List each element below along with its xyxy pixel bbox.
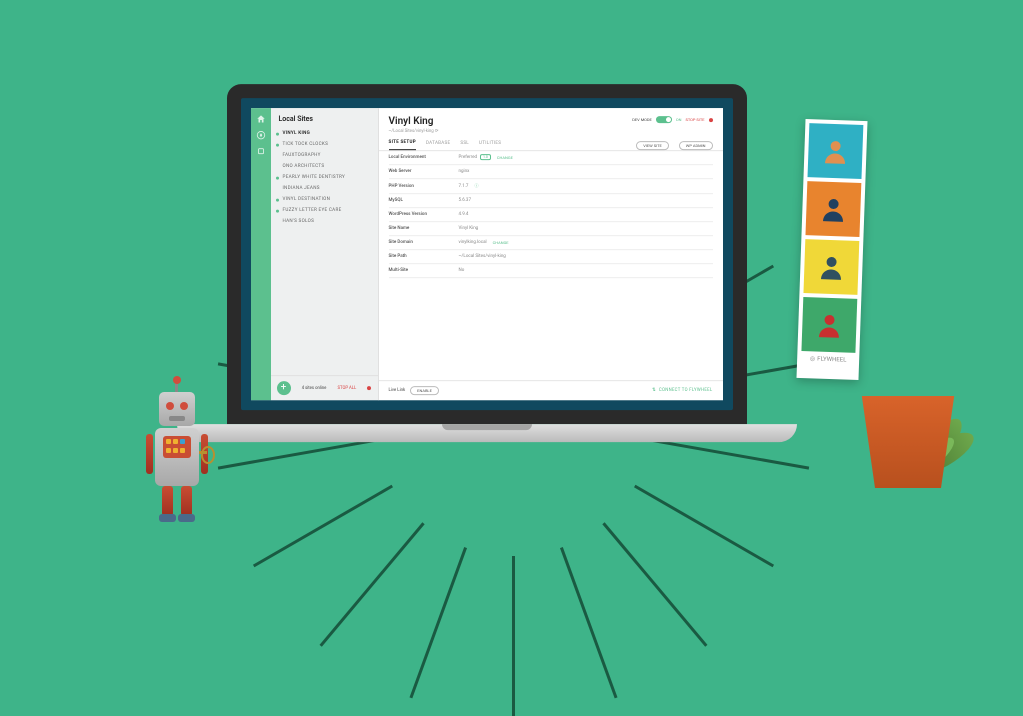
row-multisite: Multi-Site No <box>389 264 713 278</box>
wp-admin-button[interactable]: WP ADMIN <box>679 141 713 150</box>
tab-ssl[interactable]: SSL <box>460 141 469 150</box>
main-footer: Live Link ENABLE ⇅ CONNECT TO FLYWHEEL <box>379 380 723 400</box>
row-php: PHP Version 7.1.7 ⓘ <box>389 179 713 194</box>
add-site-button[interactable]: + <box>277 381 291 395</box>
live-link-label: Live Link <box>389 388 406 393</box>
sidebar-item-vinyl-king[interactable]: VINYL KING <box>271 128 378 139</box>
site-path: ~/Local Sites/vinyl-king ⟳ <box>389 129 439 134</box>
sidebar-item-vinyl-dest[interactable]: VINYL DESTINATION <box>271 194 378 205</box>
nav-rail <box>251 108 271 400</box>
local-app: Local Sites VINYL KING TICK TOCK CLOCKS … <box>251 108 723 400</box>
connect-flywheel-button[interactable]: ⇅ CONNECT TO FLYWHEEL <box>652 388 713 393</box>
sidebar-item-fuzzy[interactable]: FUZZY LETTER EYE CARE <box>271 205 378 216</box>
row-domain: Site Domain vinylking.local CHANGE <box>389 236 713 250</box>
sidebar-list: VINYL KING TICK TOCK CLOCKS FAUXTOGRAPHY… <box>271 128 378 375</box>
robot-decoration <box>155 428 199 486</box>
stop-site-button[interactable]: STOP SITE <box>685 117 704 122</box>
laptop-mockup: Local Sites VINYL KING TICK TOCK CLOCKS … <box>227 84 797 442</box>
change-domain-link[interactable]: CHANGE <box>493 240 509 245</box>
photo-3 <box>803 239 859 295</box>
stop-indicator-icon <box>709 118 713 122</box>
stop-all-indicator-icon <box>367 386 371 390</box>
photo-strip: ◎ FLYWHEEL <box>796 119 867 380</box>
sidebar-footer: + 4 sites online STOP ALL <box>271 375 378 400</box>
site-title: Vinyl King <box>389 116 439 127</box>
plant-decoration <box>853 396 963 488</box>
tab-utilities[interactable]: UTILITIES <box>479 141 501 150</box>
sidebar-item-fauxtography[interactable]: FAUXTOGRAPHY <box>271 150 378 161</box>
site-details: Local Environment Preferred1.0 CHANGE We… <box>379 151 723 380</box>
main-panel: Vinyl King ~/Local Sites/vinyl-king ⟳ DE… <box>379 108 723 400</box>
photostrip-brand: ◎ FLYWHEEL <box>801 355 855 364</box>
tab-database[interactable]: DATABASE <box>426 141 450 150</box>
row-mysql: MySQL 5.6.37 <box>389 194 713 208</box>
sidebar-item-pearly[interactable]: PEARLY WHITE DENTISTRY <box>271 172 378 183</box>
photo-2 <box>805 181 861 237</box>
sidebar-item-ono[interactable]: ONO ARCHITECTS <box>271 161 378 172</box>
plugin-icon[interactable] <box>256 146 266 156</box>
dev-mode-toggle[interactable] <box>656 116 672 123</box>
sidebar-item-indiana[interactable]: INDIANA JEANS <box>271 183 378 194</box>
row-site-name: Site Name Vinyl King <box>389 222 713 236</box>
row-local-env: Local Environment Preferred1.0 CHANGE <box>389 151 713 165</box>
change-env-link[interactable]: CHANGE <box>497 155 513 160</box>
flywheel-logo-icon: ◎ <box>810 355 815 362</box>
compass-icon[interactable] <box>256 130 266 140</box>
php-info-icon[interactable]: ⓘ <box>474 183 478 189</box>
row-site-path: Site Path ~/Local Sites/vinyl-king <box>389 250 713 264</box>
view-site-button[interactable]: VIEW SITE <box>636 141 669 150</box>
sidebar-item-hans[interactable]: HAN'S SOLOS <box>271 216 378 227</box>
sidebar-title: Local Sites <box>271 108 378 128</box>
dev-mode-label: DEV MODE <box>632 117 652 122</box>
photo-1 <box>808 123 864 179</box>
tab-site-setup[interactable]: SITE SETUP <box>389 140 416 150</box>
sites-online-count: 4 sites online <box>302 386 327 391</box>
main-header: Vinyl King ~/Local Sites/vinyl-king ⟳ DE… <box>379 108 723 136</box>
connect-icon: ⇅ <box>652 388 656 393</box>
tabs: SITE SETUP DATABASE SSL UTILITIES VIEW S… <box>379 136 723 151</box>
stop-all-button[interactable]: STOP ALL <box>338 386 357 391</box>
home-icon[interactable] <box>256 114 266 124</box>
row-wp: WordPress Version 4.9.4 <box>389 208 713 222</box>
sidebar-item-tick-tock[interactable]: TICK TOCK CLOCKS <box>271 139 378 150</box>
enable-live-link-button[interactable]: ENABLE <box>410 386 439 395</box>
toggle-on-label: ON <box>676 117 682 122</box>
row-web-server: Web Server nginx <box>389 165 713 179</box>
photo-4 <box>801 297 857 353</box>
sidebar: Local Sites VINYL KING TICK TOCK CLOCKS … <box>271 108 379 400</box>
